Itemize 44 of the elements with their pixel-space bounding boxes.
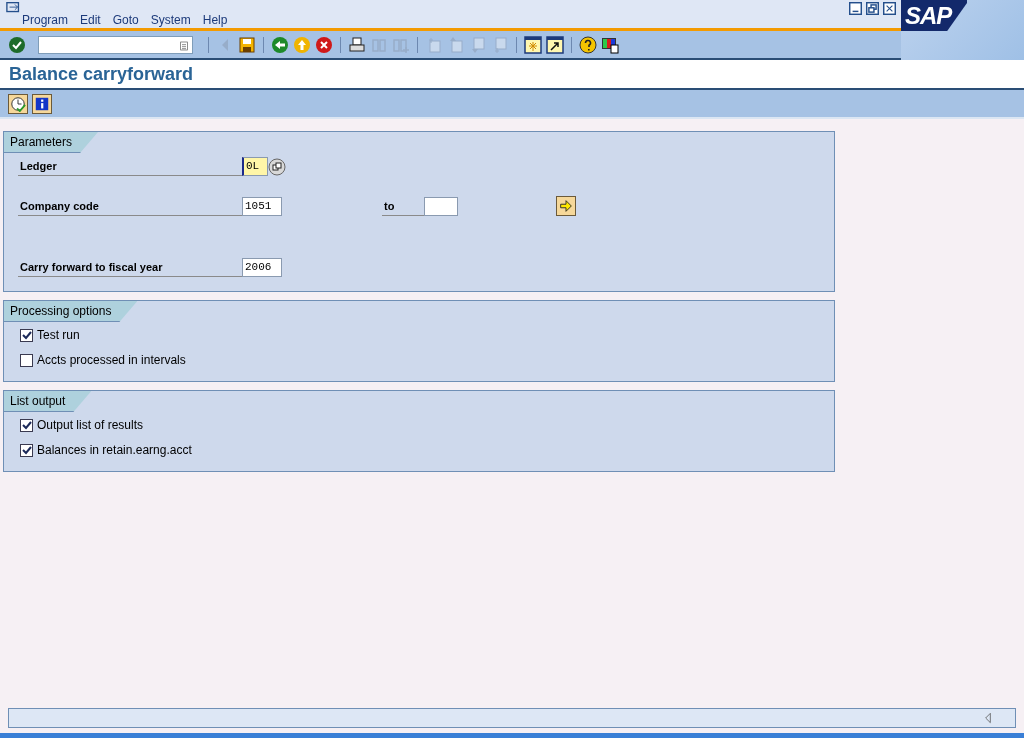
info-icon <box>34 95 50 112</box>
execute-clock-button[interactable] <box>8 93 28 114</box>
checkbox-label: Balances in retain.earng.acct <box>37 442 192 459</box>
cancel-icon[interactable] <box>315 35 333 54</box>
input-field[interactable]: 2006 <box>242 258 282 277</box>
group-title: List output <box>4 391 92 412</box>
checkbox-label: Test run <box>37 327 80 344</box>
new-window-icon[interactable] <box>524 35 542 54</box>
field-label: Ledger <box>18 157 242 176</box>
checkbox[interactable] <box>20 443 33 457</box>
checkbox[interactable] <box>20 328 33 342</box>
menu-item[interactable]: Goto <box>106 14 145 26</box>
input-field[interactable]: 1051 <box>242 197 282 216</box>
input-field[interactable] <box>424 197 458 216</box>
shortcut-window-icon[interactable] <box>546 35 564 54</box>
close-icon[interactable] <box>883 2 896 15</box>
field-label: Company code <box>18 197 242 216</box>
logo: SAP <box>901 0 967 31</box>
group-title: Parameters <box>4 132 99 153</box>
enter-icon[interactable] <box>8 35 26 54</box>
group-title: Processing options <box>4 301 138 322</box>
checkbox-label: Accts processed in intervals <box>37 352 186 369</box>
screen-title: Balance carryforward <box>8 63 195 86</box>
menu-item[interactable]: Edit <box>74 14 107 26</box>
printer-icon[interactable] <box>348 35 366 54</box>
execute-clock-icon <box>10 95 26 112</box>
checkbox[interactable] <box>20 353 33 367</box>
checkbox-label: Output list of results <box>37 417 144 434</box>
minimize-icon[interactable] <box>849 2 862 15</box>
info-button[interactable] <box>32 93 52 114</box>
color-monitor-icon[interactable] <box>601 35 619 54</box>
field-label: Carry forward to fiscal year <box>18 258 242 277</box>
menu-item[interactable]: System <box>144 14 197 26</box>
menu-item[interactable]: Program <box>16 14 74 26</box>
multiple-selection-button[interactable] <box>556 196 576 216</box>
help-icon[interactable] <box>579 35 597 54</box>
command-field[interactable] <box>38 35 193 54</box>
history-list-icon[interactable] <box>178 39 190 52</box>
arrow-right-icon <box>558 198 574 214</box>
input-field[interactable]: 0L <box>242 157 268 176</box>
checkbox[interactable] <box>20 418 33 432</box>
menu-item[interactable]: Help <box>196 14 234 26</box>
value-help-icon[interactable] <box>268 158 286 176</box>
restore-icon[interactable] <box>866 2 879 15</box>
